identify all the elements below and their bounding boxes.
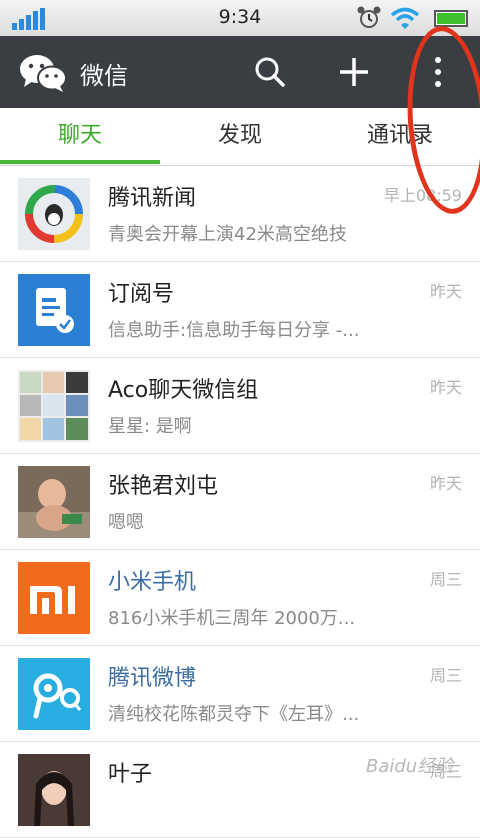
chat-row-subscriptions[interactable]: 订阅号 信息助手:信息助手每日分享 -... 昨天 bbox=[0, 262, 480, 358]
chat-name: 叶子 bbox=[108, 762, 153, 787]
baby-photo-avatar bbox=[18, 466, 90, 538]
chat-row-zhang[interactable]: 张艳君刘屯 嗯嗯 昨天 bbox=[0, 454, 480, 550]
chat-time: 昨天 bbox=[429, 282, 462, 301]
chat-preview: 嗯嗯 bbox=[108, 512, 144, 533]
chat-time: 昨天 bbox=[429, 378, 462, 397]
wifi-icon bbox=[390, 7, 420, 29]
app-title: 微信 bbox=[80, 62, 128, 90]
tencent-news-avatar bbox=[18, 178, 90, 250]
watermark: Baidu经验 bbox=[366, 756, 454, 777]
tencent-weibo-avatar bbox=[18, 658, 90, 730]
wechat-logo-icon bbox=[20, 55, 67, 92]
chat-preview: 青奥会开幕上演42米高空绝技 bbox=[108, 224, 347, 245]
active-tab-indicator bbox=[0, 160, 160, 164]
chat-name: 腾讯新闻 bbox=[108, 186, 197, 211]
chat-preview: 星星: 是啊 bbox=[108, 416, 192, 437]
chat-time: 周三 bbox=[429, 570, 462, 589]
chat-list: 腾讯新闻 青奥会开幕上演42米高空绝技 早上08:59 订阅号 信息助手:信息助… bbox=[0, 166, 480, 838]
chat-time: 昨天 bbox=[429, 474, 462, 493]
chat-name: Aco聊天微信组 bbox=[108, 378, 259, 403]
chat-preview: 816小米手机三周年 2000万... bbox=[108, 608, 356, 629]
chat-row-tencent-news[interactable]: 腾讯新闻 青奥会开幕上演42米高空绝技 早上08:59 bbox=[0, 166, 480, 262]
chat-name: 腾讯微博 bbox=[108, 666, 197, 691]
chat-name: 张艳君刘屯 bbox=[108, 474, 219, 499]
add-button[interactable] bbox=[332, 50, 376, 94]
portrait-photo-avatar bbox=[18, 754, 90, 826]
battery-icon bbox=[434, 10, 468, 27]
chat-row-group[interactable]: Aco聊天微信组 星星: 是啊 昨天 bbox=[0, 358, 480, 454]
chat-time: 周三 bbox=[429, 666, 462, 685]
alarm-clock-icon bbox=[357, 6, 381, 28]
group-avatar bbox=[18, 370, 90, 442]
tab-chats[interactable]: 聊天 bbox=[0, 108, 160, 166]
xiaomi-logo-avatar bbox=[18, 562, 90, 634]
chat-name: 订阅号 bbox=[108, 282, 175, 307]
chat-preview: 清纯校花陈都灵夺下《左耳》... bbox=[108, 704, 360, 725]
chat-name: 小米手机 bbox=[108, 570, 197, 595]
tab-discover[interactable]: 发现 bbox=[160, 108, 320, 166]
search-button[interactable] bbox=[248, 50, 292, 94]
plus-icon bbox=[340, 58, 368, 86]
search-icon bbox=[255, 57, 285, 87]
chat-row-tencent-weibo[interactable]: 腾讯微博 清纯校花陈都灵夺下《左耳》... 周三 bbox=[0, 646, 480, 742]
chat-preview: 信息助手:信息助手每日分享 -... bbox=[108, 320, 360, 341]
subscription-avatar bbox=[18, 274, 90, 346]
chat-row-xiaomi[interactable]: 小米手机 816小米手机三周年 2000万... 周三 bbox=[0, 550, 480, 646]
status-bar: 9:34 bbox=[0, 0, 480, 36]
